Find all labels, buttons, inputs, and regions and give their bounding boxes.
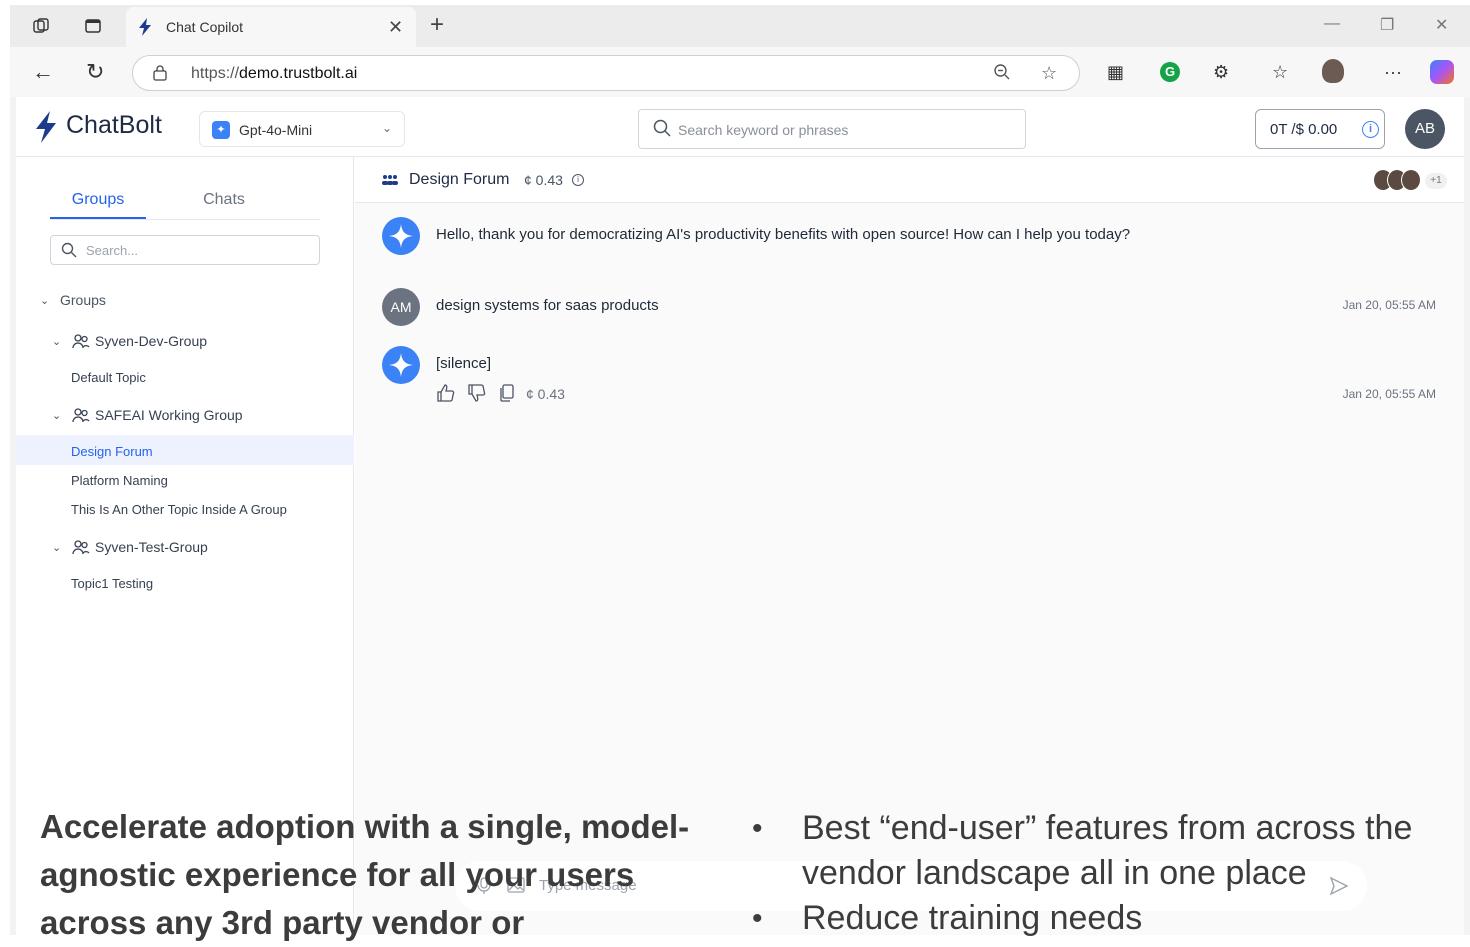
- message-text: design systems for saas products: [436, 297, 659, 314]
- grammarly-icon[interactable]: G: [1160, 62, 1180, 82]
- search-placeholder: Search keyword or phrases: [678, 122, 849, 138]
- tab-actions-icon[interactable]: [82, 15, 104, 37]
- search-icon: [61, 242, 77, 263]
- sidebar-topic[interactable]: Default Topic: [71, 370, 146, 385]
- assistant-avatar-icon: [382, 217, 420, 255]
- thumbs-down-icon[interactable]: [467, 384, 487, 407]
- chat-cost: ¢ 0.43: [524, 172, 563, 188]
- copy-icon[interactable]: [499, 384, 515, 407]
- overlay-bullet: Reduce training needs: [752, 896, 1452, 941]
- bolt-icon: [138, 18, 152, 41]
- workspaces-icon[interactable]: [30, 15, 52, 37]
- group-users-icon: [72, 407, 90, 428]
- model-selector[interactable]: ✦ Gpt-4o-Mini ⌄: [199, 111, 405, 147]
- info-icon[interactable]: i: [572, 174, 584, 186]
- profile-avatar[interactable]: [1322, 59, 1344, 83]
- group-users-icon: [72, 539, 90, 560]
- address-bar[interactable]: https://demo.trustbolt.ai ☆: [132, 55, 1080, 91]
- overlay-left-text: Accelerate adoption with a single, model…: [40, 808, 690, 941]
- chevron-down-icon[interactable]: ⌄: [40, 294, 49, 307]
- chevron-down-icon: ⌄: [381, 121, 392, 135]
- token-usage-badge[interactable]: 0T /$ 0.00 i: [1255, 109, 1385, 149]
- sidebar-group-syven-test[interactable]: Syven-Test-Group: [95, 539, 208, 555]
- close-tab-icon[interactable]: ✕: [388, 17, 403, 38]
- new-tab-icon[interactable]: +: [430, 11, 444, 39]
- browser-window: Chat Copilot ✕ + — ❐ ✕ ← ↻ https://demo.…: [10, 5, 1470, 935]
- logo-bolt-icon: [34, 111, 58, 148]
- group-users-icon: [381, 173, 399, 191]
- message-text: Hello, thank you for democratizing AI's …: [436, 226, 1131, 243]
- sidebar-topic[interactable]: This Is An Other Topic Inside A Group: [71, 502, 287, 517]
- sidebar-group-safeai[interactable]: SAFEAI Working Group: [95, 407, 243, 423]
- sidebar-topic[interactable]: Platform Naming: [71, 473, 168, 488]
- url-text: https://demo.trustbolt.ai: [191, 65, 358, 82]
- search-icon: [653, 119, 671, 142]
- favorites-icon[interactable]: ☆: [1272, 62, 1288, 83]
- tabs-divider: [50, 219, 320, 220]
- extensions-puzzle-icon[interactable]: ⚙: [1213, 62, 1229, 83]
- message-timestamp: Jan 20, 05:55 AM: [1342, 387, 1436, 401]
- search-input[interactable]: Search keyword or phrases: [638, 109, 1026, 149]
- app-header: ChatBolt ✦ Gpt-4o-Mini ⌄ Search keyword …: [16, 97, 1464, 157]
- lock-icon[interactable]: [153, 65, 167, 81]
- minimize-icon[interactable]: —: [1324, 15, 1340, 33]
- browser-tab-bar: Chat Copilot ✕ + — ❐ ✕: [10, 5, 1470, 47]
- restore-icon[interactable]: ❐: [1380, 15, 1394, 35]
- chevron-down-icon[interactable]: ⌄: [52, 409, 61, 422]
- tab-title: Chat Copilot: [166, 19, 244, 35]
- sidebar-topic[interactable]: Topic1 Testing: [71, 576, 153, 591]
- chevron-down-icon[interactable]: ⌄: [52, 541, 61, 554]
- back-icon[interactable]: ←: [32, 59, 54, 85]
- assistant-avatar-icon: [382, 346, 420, 384]
- sidebar-search-input[interactable]: Search...: [50, 235, 320, 265]
- sidebar-group-syven-dev[interactable]: Syven-Dev-Group: [95, 333, 207, 349]
- overlay-bullet-list: Best “end-user” features from across the…: [752, 806, 1452, 941]
- sidebar-search-placeholder: Search...: [86, 243, 139, 258]
- tab-chats[interactable]: Chats: [176, 191, 272, 209]
- info-icon[interactable]: i: [1362, 121, 1379, 138]
- overlay-bullet: Best “end-user” features from across the…: [752, 806, 1452, 896]
- app-logo-text: ChatBolt: [66, 111, 162, 139]
- participant-avatars[interactable]: [1373, 169, 1433, 191]
- message-timestamp: Jan 20, 05:55 AM: [1342, 298, 1436, 312]
- chat-title: Design Forum: [409, 171, 510, 188]
- chat-header: Design Forum ¢ 0.43 i +1: [355, 157, 1464, 203]
- thumbs-up-icon[interactable]: [436, 384, 456, 407]
- tab-groups[interactable]: Groups: [50, 191, 146, 219]
- token-usage-text: 0T /$ 0.00: [1270, 121, 1338, 138]
- message-cost: ¢ 0.43: [526, 386, 565, 402]
- active-topic-highlight: [16, 435, 354, 465]
- message-text: [silence]: [436, 355, 492, 372]
- user-avatar: AM: [382, 288, 420, 326]
- user-avatar[interactable]: AB: [1405, 109, 1445, 149]
- refresh-icon[interactable]: ↻: [86, 59, 104, 85]
- sidebar-topic-active[interactable]: Design Forum: [71, 444, 153, 459]
- browser-toolbar: ← ↻ https://demo.trustbolt.ai ☆ ▦ G ⚙ ☆ …: [10, 47, 1470, 97]
- model-sparkle-icon: ✦: [212, 121, 230, 139]
- close-window-icon[interactable]: ✕: [1435, 15, 1448, 35]
- favorite-star-icon[interactable]: ☆: [1041, 63, 1057, 84]
- chevron-down-icon[interactable]: ⌄: [52, 335, 61, 348]
- browser-tab-active[interactable]: Chat Copilot ✕: [126, 7, 416, 47]
- zoom-icon[interactable]: [993, 63, 1011, 86]
- copilot-icon[interactable]: [1430, 60, 1454, 84]
- avatar: [1401, 169, 1421, 191]
- model-name: Gpt-4o-Mini: [239, 122, 313, 138]
- group-users-icon: [72, 333, 90, 354]
- extension-barcode-icon[interactable]: ▦: [1107, 62, 1124, 83]
- more-menu-icon[interactable]: ···: [1384, 62, 1402, 83]
- participants-more-badge[interactable]: +1: [1425, 173, 1447, 189]
- groups-root-label[interactable]: Groups: [60, 292, 106, 308]
